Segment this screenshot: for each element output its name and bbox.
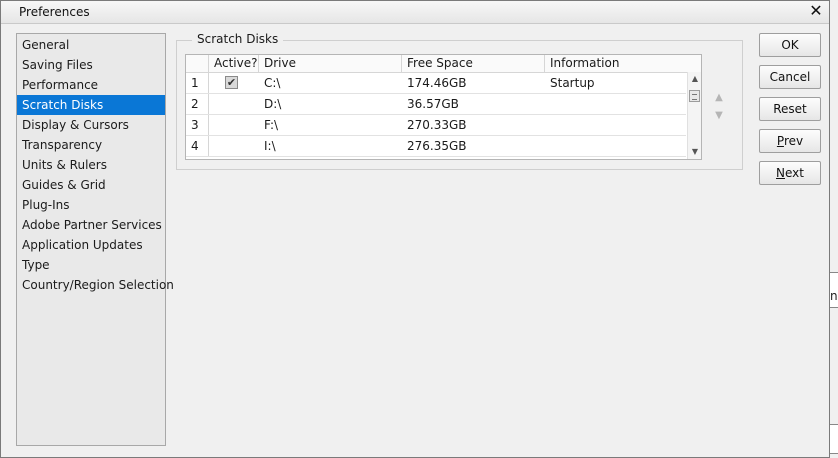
sidebar-item-adobe-partner-services[interactable]: Adobe Partner Services xyxy=(17,215,165,235)
next-button[interactable]: Next xyxy=(759,161,821,185)
free-space-cell: 174.46GB xyxy=(407,76,467,90)
column-header-number[interactable] xyxy=(186,55,209,72)
free-space-cell: 270.33GB xyxy=(407,118,467,132)
free-space-cell: 276.35GB xyxy=(407,139,467,153)
table-row[interactable]: 2 D:\ 36.57GB xyxy=(186,94,686,115)
information-cell xyxy=(545,115,685,135)
dialog-title: Preferences xyxy=(19,5,90,19)
sidebar-item-plug-ins[interactable]: Plug-Ins xyxy=(17,195,165,215)
information-cell xyxy=(545,94,685,114)
sidebar-item-guides-grid[interactable]: Guides & Grid xyxy=(17,175,165,195)
sidebar-item-country-region[interactable]: Country/Region Selection xyxy=(17,275,174,295)
cancel-button[interactable]: Cancel xyxy=(759,65,821,89)
sidebar-item-saving-files[interactable]: Saving Files xyxy=(17,55,165,75)
reset-button[interactable]: Reset xyxy=(759,97,821,121)
close-icon[interactable]: ✕ xyxy=(807,2,825,20)
next-label: ext xyxy=(785,166,804,180)
background-window-edge xyxy=(830,424,838,454)
column-header-information[interactable]: Information xyxy=(545,55,701,72)
row-number: 4 xyxy=(186,136,209,156)
drive-cell: D:\ xyxy=(264,97,282,111)
preferences-category-list: General Saving Files Performance Scratch… xyxy=(16,33,174,446)
sidebar-item-display-cursors[interactable]: Display & Cursors xyxy=(17,115,165,135)
move-up-icon[interactable]: ▲ xyxy=(712,92,726,104)
next-mnemonic: N xyxy=(776,166,785,180)
sidebar-item-units-rulers[interactable]: Units & Rulers xyxy=(17,155,165,175)
row-number: 3 xyxy=(186,115,209,135)
drive-cell: C:\ xyxy=(264,76,281,90)
information-cell xyxy=(545,136,685,156)
table-row[interactable]: 4 I:\ 276.35GB xyxy=(186,136,686,157)
ok-button[interactable]: OK xyxy=(759,33,821,57)
move-down-icon[interactable]: ▼ xyxy=(712,110,726,122)
sidebar-item-application-updates[interactable]: Application Updates xyxy=(17,235,165,255)
column-header-drive[interactable]: Drive xyxy=(259,55,402,72)
prev-button[interactable]: Prev xyxy=(759,129,821,153)
free-space-cell: 36.57GB xyxy=(407,97,459,111)
column-header-active[interactable]: Active? xyxy=(209,55,259,72)
table-row[interactable]: 1 ✔ C:\ 174.46GB Startup xyxy=(186,73,686,94)
sidebar-item-transparency[interactable]: Transparency xyxy=(17,135,165,155)
title-bar[interactable]: Preferences ✕ xyxy=(1,1,829,24)
scratch-disks-table: Active? Drive Free Space Information 1 ✔… xyxy=(185,54,702,160)
scroll-up-icon[interactable]: ▲ xyxy=(689,73,701,85)
sidebar-item-type[interactable]: Type xyxy=(17,255,165,275)
sidebar-item-performance[interactable]: Performance xyxy=(17,75,165,95)
prev-label: rev xyxy=(783,134,804,148)
drive-cell: I:\ xyxy=(264,139,276,153)
sidebar-item-scratch-disks[interactable]: Scratch Disks xyxy=(17,95,165,115)
drive-cell: F:\ xyxy=(264,118,279,132)
sidebar-item-general[interactable]: General xyxy=(17,35,165,55)
table-row[interactable]: 3 F:\ 270.33GB xyxy=(186,115,686,136)
scratch-disks-group-label: Scratch Disks xyxy=(192,32,284,46)
scroll-thumb[interactable] xyxy=(689,90,700,102)
table-scrollbar[interactable]: ▲ ▼ xyxy=(687,72,701,159)
table-header: Active? Drive Free Space Information xyxy=(186,55,701,73)
information-cell: Startup xyxy=(550,76,595,90)
scroll-down-icon[interactable]: ▼ xyxy=(689,146,701,158)
background-window-text: n xyxy=(830,289,838,303)
row-number: 2 xyxy=(186,94,209,114)
prev-mnemonic: P xyxy=(776,134,784,148)
preferences-dialog: Preferences ✕ General Saving Files Perfo… xyxy=(0,0,830,458)
column-header-free-space[interactable]: Free Space xyxy=(402,55,545,72)
row-number: 1 xyxy=(186,73,209,93)
active-checkbox[interactable]: ✔ xyxy=(225,76,238,89)
